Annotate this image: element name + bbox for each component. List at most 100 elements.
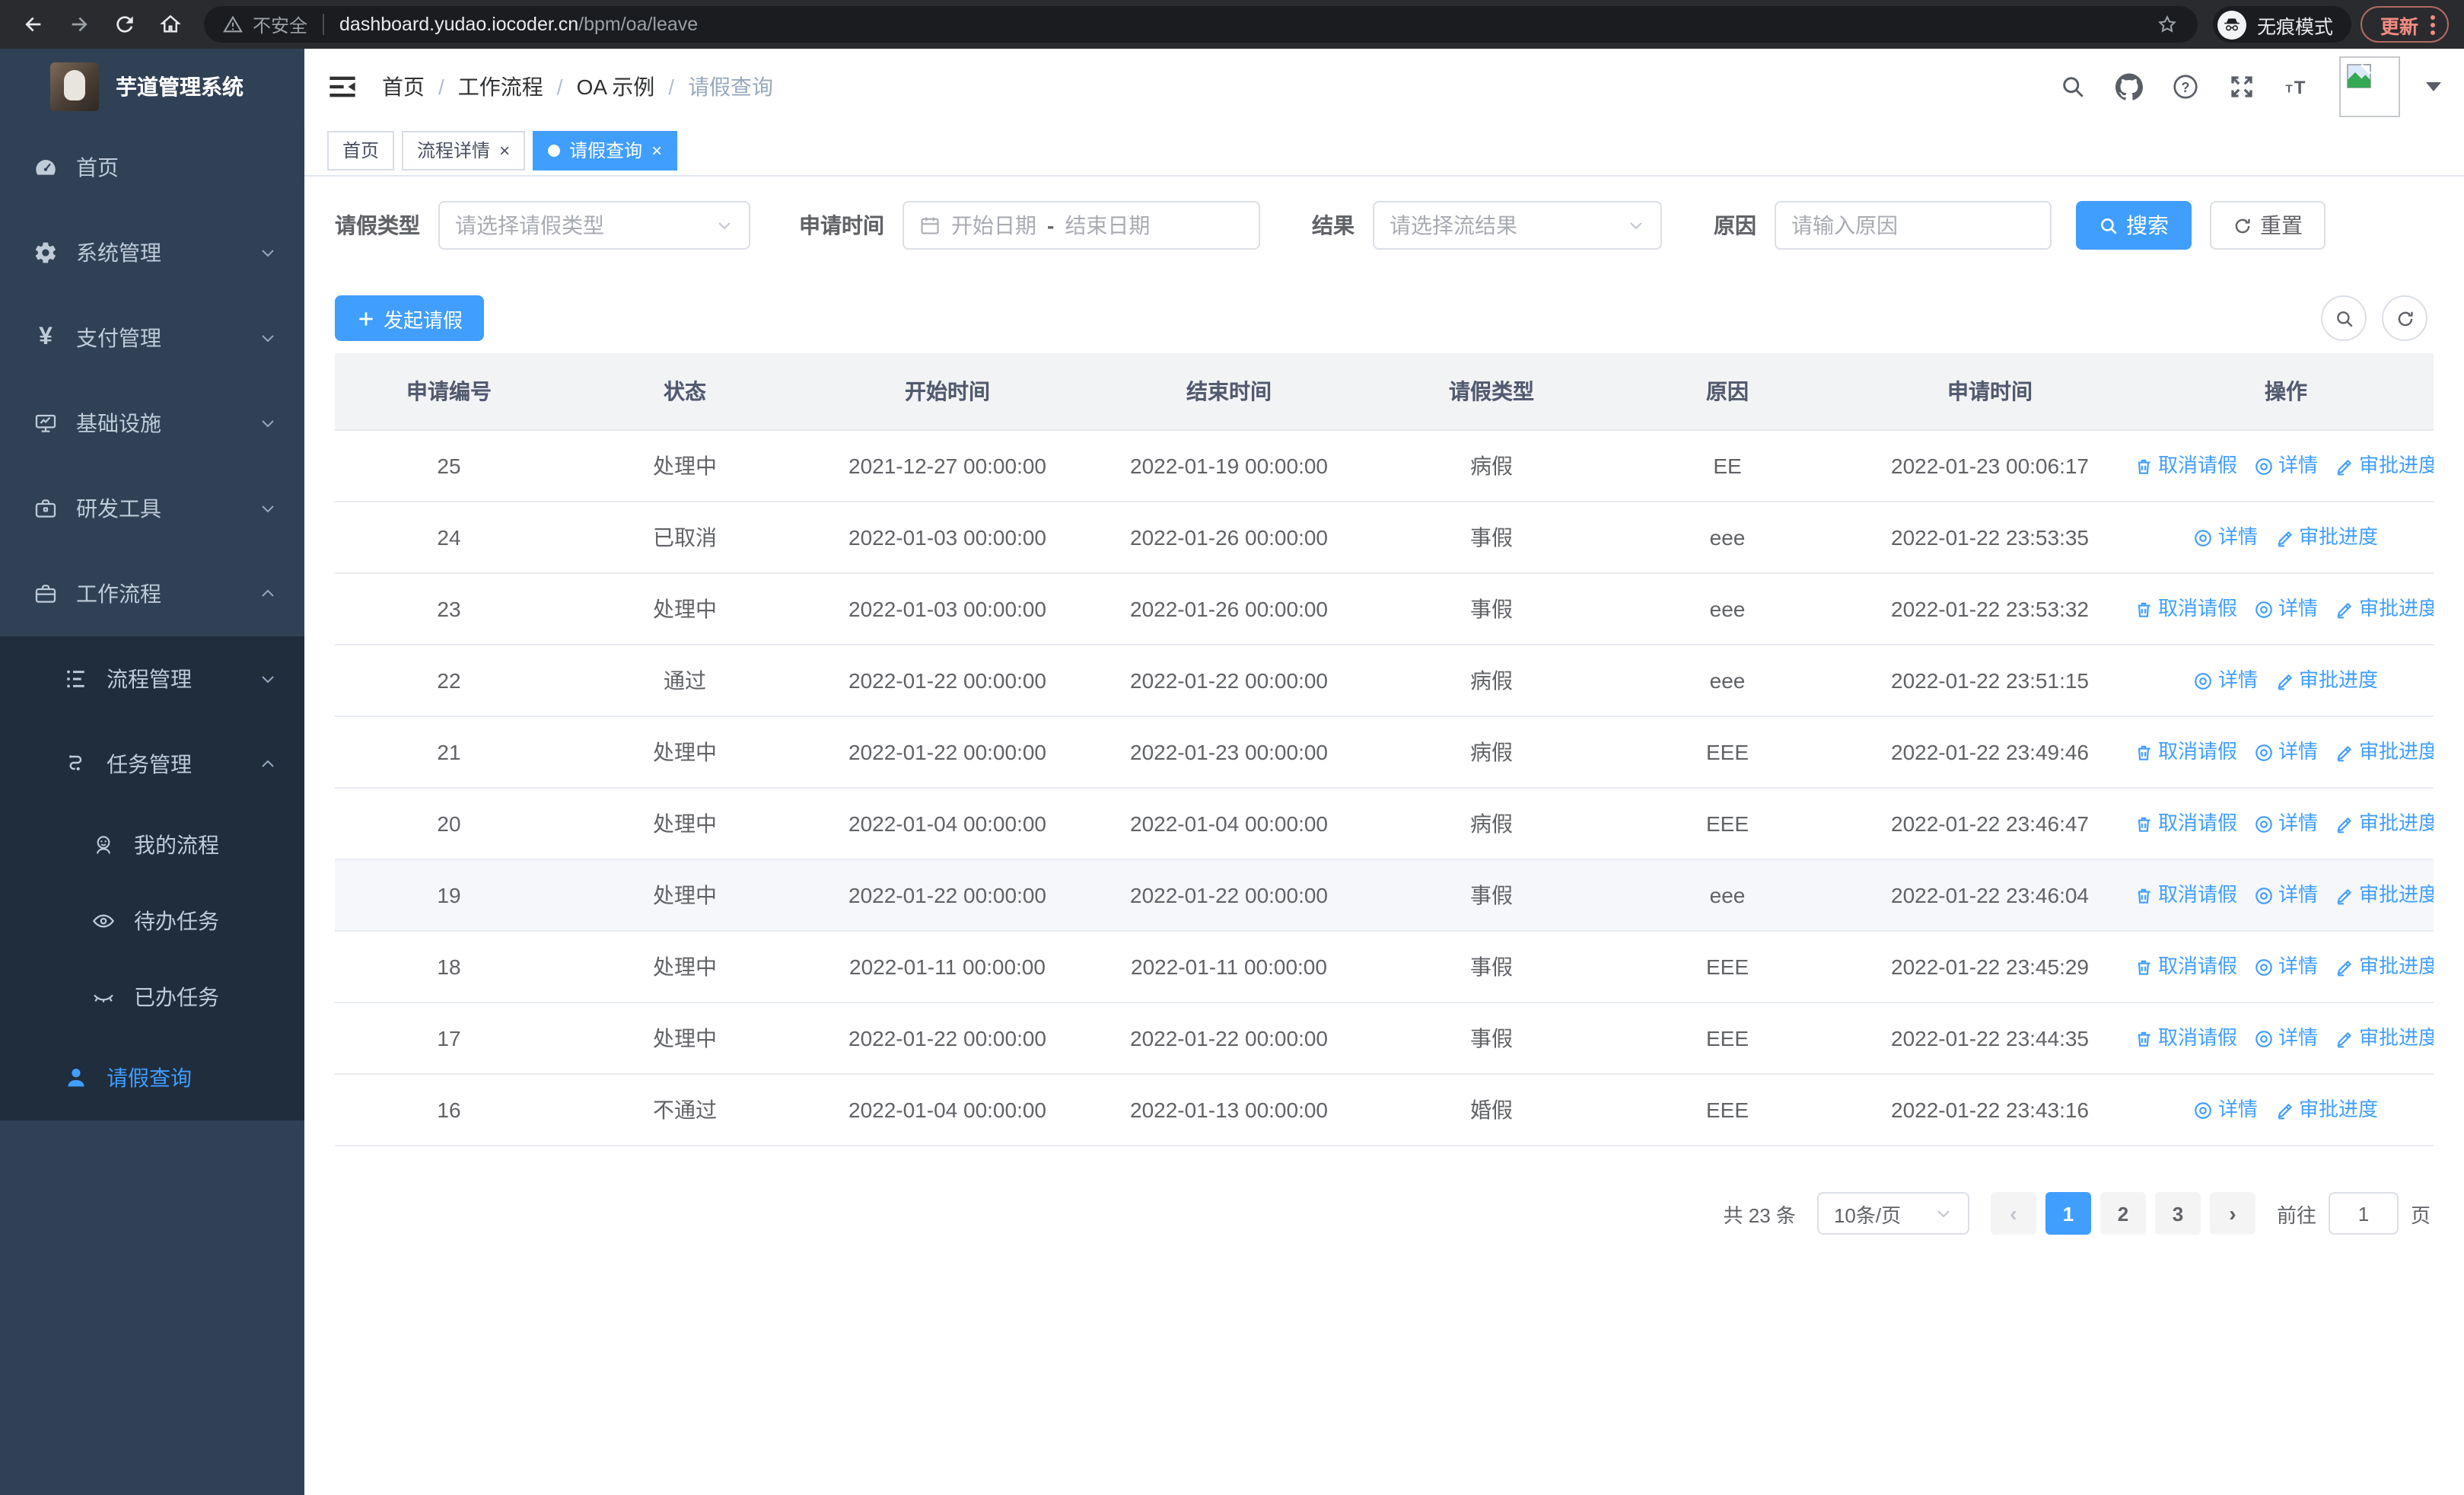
avatar[interactable] <box>2339 56 2400 117</box>
sidebar-item-task-mgmt[interactable]: 任务管理 <box>0 722 304 807</box>
table-row[interactable]: 24 已取消 2022-01-03 00:00:00 2022-01-26 00… <box>335 502 2434 574</box>
cell-actions: 取消请假 详情 审批进度 <box>2138 1003 2434 1073</box>
breadcrumb-item[interactable]: 首页 <box>382 72 425 102</box>
start-date-placeholder[interactable]: 开始日期 <box>951 210 1036 241</box>
sidebar-item-workflow[interactable]: 工作流程 <box>0 551 304 636</box>
reload-icon[interactable] <box>107 6 143 43</box>
goto-page-input[interactable] <box>2328 1192 2399 1235</box>
table-row[interactable]: 21 处理中 2022-01-22 00:00:00 2022-01-23 00… <box>335 717 2434 789</box>
tab-process-detail[interactable]: 流程详情 × <box>402 130 526 170</box>
table-row[interactable]: 22 通过 2022-01-22 00:00:00 2022-01-22 00:… <box>335 645 2434 717</box>
browser-menu-dots-icon[interactable] <box>2431 14 2435 34</box>
forward-icon[interactable] <box>61 6 97 43</box>
table-row[interactable]: 16 不通过 2022-01-04 00:00:00 2022-01-13 00… <box>335 1075 2434 1146</box>
font-size-icon[interactable]: TT <box>2283 72 2313 102</box>
fullscreen-icon[interactable] <box>2227 72 2257 102</box>
bookmark-star-icon[interactable] <box>2155 12 2179 37</box>
reason-input[interactable] <box>1775 201 2052 250</box>
table-row[interactable]: 23 处理中 2022-01-03 00:00:00 2022-01-26 00… <box>335 574 2434 645</box>
table-body: 25 处理中 2021-12-27 00:00:00 2022-01-19 00… <box>335 431 2434 1146</box>
action-progress-link[interactable]: 审批进度 <box>2275 1075 2378 1145</box>
action-detail-link[interactable]: 详情 <box>2194 502 2258 572</box>
action-cancel-link[interactable]: 取消请假 <box>2138 1003 2237 1073</box>
action-detail-link[interactable]: 详情 <box>2254 431 2318 501</box>
sidebar-item-process-mgmt[interactable]: 流程管理 <box>0 636 304 722</box>
security-label[interactable]: 不安全 <box>253 11 307 37</box>
result-select[interactable]: 请选择流结果 <box>1373 201 1662 250</box>
page-button-1[interactable]: 1 <box>2045 1192 2091 1235</box>
action-progress-link[interactable]: 审批进度 <box>2275 645 2378 716</box>
back-icon[interactable] <box>15 6 52 43</box>
action-progress-link[interactable]: 审批进度 <box>2335 431 2434 501</box>
action-detail-link[interactable]: 详情 <box>2254 789 2318 859</box>
close-icon[interactable]: × <box>651 141 662 159</box>
action-progress-link[interactable]: 审批进度 <box>2335 932 2434 1002</box>
sidebar-collapse-icon[interactable] <box>327 72 358 102</box>
page-size-select[interactable]: 10条/页 <box>1816 1192 1969 1235</box>
action-progress-link[interactable]: 审批进度 <box>2335 860 2434 930</box>
search-button[interactable]: 搜索 <box>2076 201 2192 250</box>
end-date-placeholder[interactable]: 结束日期 <box>1065 210 1150 241</box>
action-cancel-link[interactable]: 取消请假 <box>2138 431 2237 501</box>
leave-type-select[interactable]: 请选择请假类型 <box>438 201 750 250</box>
tab-home[interactable]: 首页 <box>327 130 395 170</box>
table-row[interactable]: 19 处理中 2022-01-22 00:00:00 2022-01-22 00… <box>335 860 2434 932</box>
url-path: /bpm/oa/leave <box>578 14 699 35</box>
sidebar-item-system[interactable]: 系统管理 <box>0 210 304 295</box>
github-icon[interactable] <box>2114 72 2144 102</box>
action-progress-link[interactable]: 审批进度 <box>2335 574 2434 644</box>
address-bar[interactable]: 不安全 dashboard.yudao.iocoder.cn/bpm/oa/le… <box>204 6 2198 43</box>
refresh-table-button[interactable] <box>2382 295 2427 341</box>
apply-time-range-picker[interactable]: 开始日期 - 结束日期 <box>903 201 1260 250</box>
page-button-3[interactable]: 3 <box>2154 1192 2201 1235</box>
sidebar-item-done-tasks[interactable]: 已办任务 <box>0 959 304 1035</box>
action-detail-link[interactable]: 详情 <box>2254 717 2318 787</box>
tab-leave-query[interactable]: 请假查询 × <box>533 130 678 170</box>
page-button-2[interactable]: 2 <box>2099 1192 2146 1235</box>
action-cancel-link[interactable]: 取消请假 <box>2138 789 2237 859</box>
sidebar-item-my-process[interactable]: 我的流程 <box>0 807 304 883</box>
table-row[interactable]: 20 处理中 2022-01-04 00:00:00 2022-01-04 00… <box>335 789 2434 860</box>
next-page-button[interactable]: › <box>2209 1192 2255 1235</box>
close-icon[interactable]: × <box>499 141 510 159</box>
action-detail-link[interactable]: 详情 <box>2254 860 2318 930</box>
search-icon[interactable] <box>2058 72 2088 102</box>
action-progress-link[interactable]: 审批进度 <box>2335 717 2434 787</box>
sidebar-item-devtools[interactable]: 研发工具 <box>0 466 304 551</box>
sidebar-item-payment[interactable]: ¥ 支付管理 <box>0 295 304 381</box>
reset-button[interactable]: 重置 <box>2210 201 2326 250</box>
action-detail-link[interactable]: 详情 <box>2254 932 2318 1002</box>
action-progress-link[interactable]: 审批进度 <box>2275 502 2378 572</box>
sidebar-item-leave-query[interactable]: 请假查询 <box>0 1035 304 1120</box>
avatar-caret-icon[interactable] <box>2426 82 2441 91</box>
cell-start-time: 2022-01-22 00:00:00 <box>848 740 1046 764</box>
breadcrumb-item[interactable]: OA 示例 <box>577 72 655 102</box>
table-row[interactable]: 18 处理中 2022-01-11 00:00:00 2022-01-11 00… <box>335 932 2434 1003</box>
update-button[interactable]: 更新 <box>2360 6 2449 43</box>
action-detail-link[interactable]: 详情 <box>2254 1003 2318 1073</box>
breadcrumb-item[interactable]: 工作流程 <box>458 72 543 102</box>
action-cancel-link[interactable]: 取消请假 <box>2138 574 2237 644</box>
table-row[interactable]: 25 处理中 2021-12-27 00:00:00 2022-01-19 00… <box>335 431 2434 502</box>
help-icon[interactable]: ? <box>2170 72 2201 102</box>
cell-start-time: 2022-01-04 00:00:00 <box>848 811 1046 836</box>
table-row[interactable]: 17 处理中 2022-01-22 00:00:00 2022-01-22 00… <box>335 1003 2434 1075</box>
action-detail-link[interactable]: 详情 <box>2194 1075 2258 1145</box>
sidebar-item-todo-tasks[interactable]: 待办任务 <box>0 883 304 959</box>
sidebar-item-home[interactable]: 首页 <box>0 125 304 210</box>
action-cancel-link[interactable]: 取消请假 <box>2138 932 2237 1002</box>
home-icon[interactable] <box>152 6 189 43</box>
prev-page-button[interactable]: ‹ <box>1990 1192 2036 1235</box>
action-cancel-link[interactable]: 取消请假 <box>2138 717 2237 787</box>
action-progress-link[interactable]: 审批进度 <box>2335 1003 2434 1073</box>
url-text[interactable]: dashboard.yudao.iocoder.cn/bpm/oa/leave <box>339 14 2155 35</box>
create-leave-button[interactable]: 发起请假 <box>335 295 485 341</box>
sidebar-item-infra[interactable]: 基础设施 <box>0 381 304 466</box>
toggle-search-button[interactable] <box>2321 295 2367 341</box>
action-detail-link[interactable]: 详情 <box>2194 645 2258 716</box>
cell-status: 通过 <box>664 668 706 693</box>
action-cancel-link[interactable]: 取消请假 <box>2138 860 2237 930</box>
action-detail-link[interactable]: 详情 <box>2254 574 2318 644</box>
action-progress-link[interactable]: 审批进度 <box>2335 789 2434 859</box>
app-logo-row[interactable]: 芋道管理系统 <box>0 49 304 125</box>
